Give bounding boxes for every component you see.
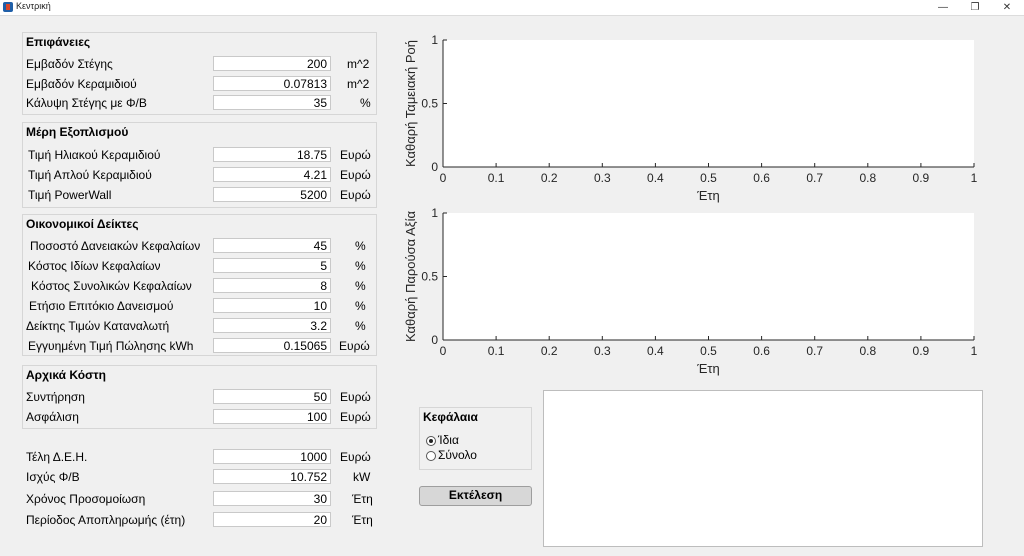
x-tick-label: 0.2 (541, 344, 558, 358)
y-tick-label: 1 (431, 206, 438, 220)
total-capital-radio[interactable] (426, 451, 436, 461)
total-capital-label[interactable]: Σύνολο (438, 448, 477, 462)
y-tick-label: 0.5 (421, 270, 438, 284)
y-tick-label: 0 (431, 333, 438, 347)
run-button[interactable]: Εκτέλεση (419, 486, 532, 506)
x-tick-label: 0 (440, 344, 447, 358)
x-axis-title: Έτη (696, 361, 720, 376)
own-capital-radio[interactable] (426, 436, 436, 446)
x-tick-label: 0.6 (753, 344, 770, 358)
capital-title: Κεφάλαια (423, 410, 478, 424)
x-tick-label: 0.5 (700, 344, 717, 358)
x-tick-label: 0.3 (594, 344, 611, 358)
own-capital-label[interactable]: Ίδια (438, 433, 459, 447)
y-axis-title: Καθαρή Παρούσα Αξία (403, 211, 418, 342)
x-tick-label: 0.9 (913, 344, 930, 358)
x-tick-label: 0.1 (488, 344, 505, 358)
x-tick-label: 0.8 (859, 344, 876, 358)
output-textarea[interactable] (543, 390, 983, 547)
x-tick-label: 1 (971, 344, 978, 358)
x-tick-label: 0.4 (647, 344, 664, 358)
x-tick-label: 0.7 (806, 344, 823, 358)
